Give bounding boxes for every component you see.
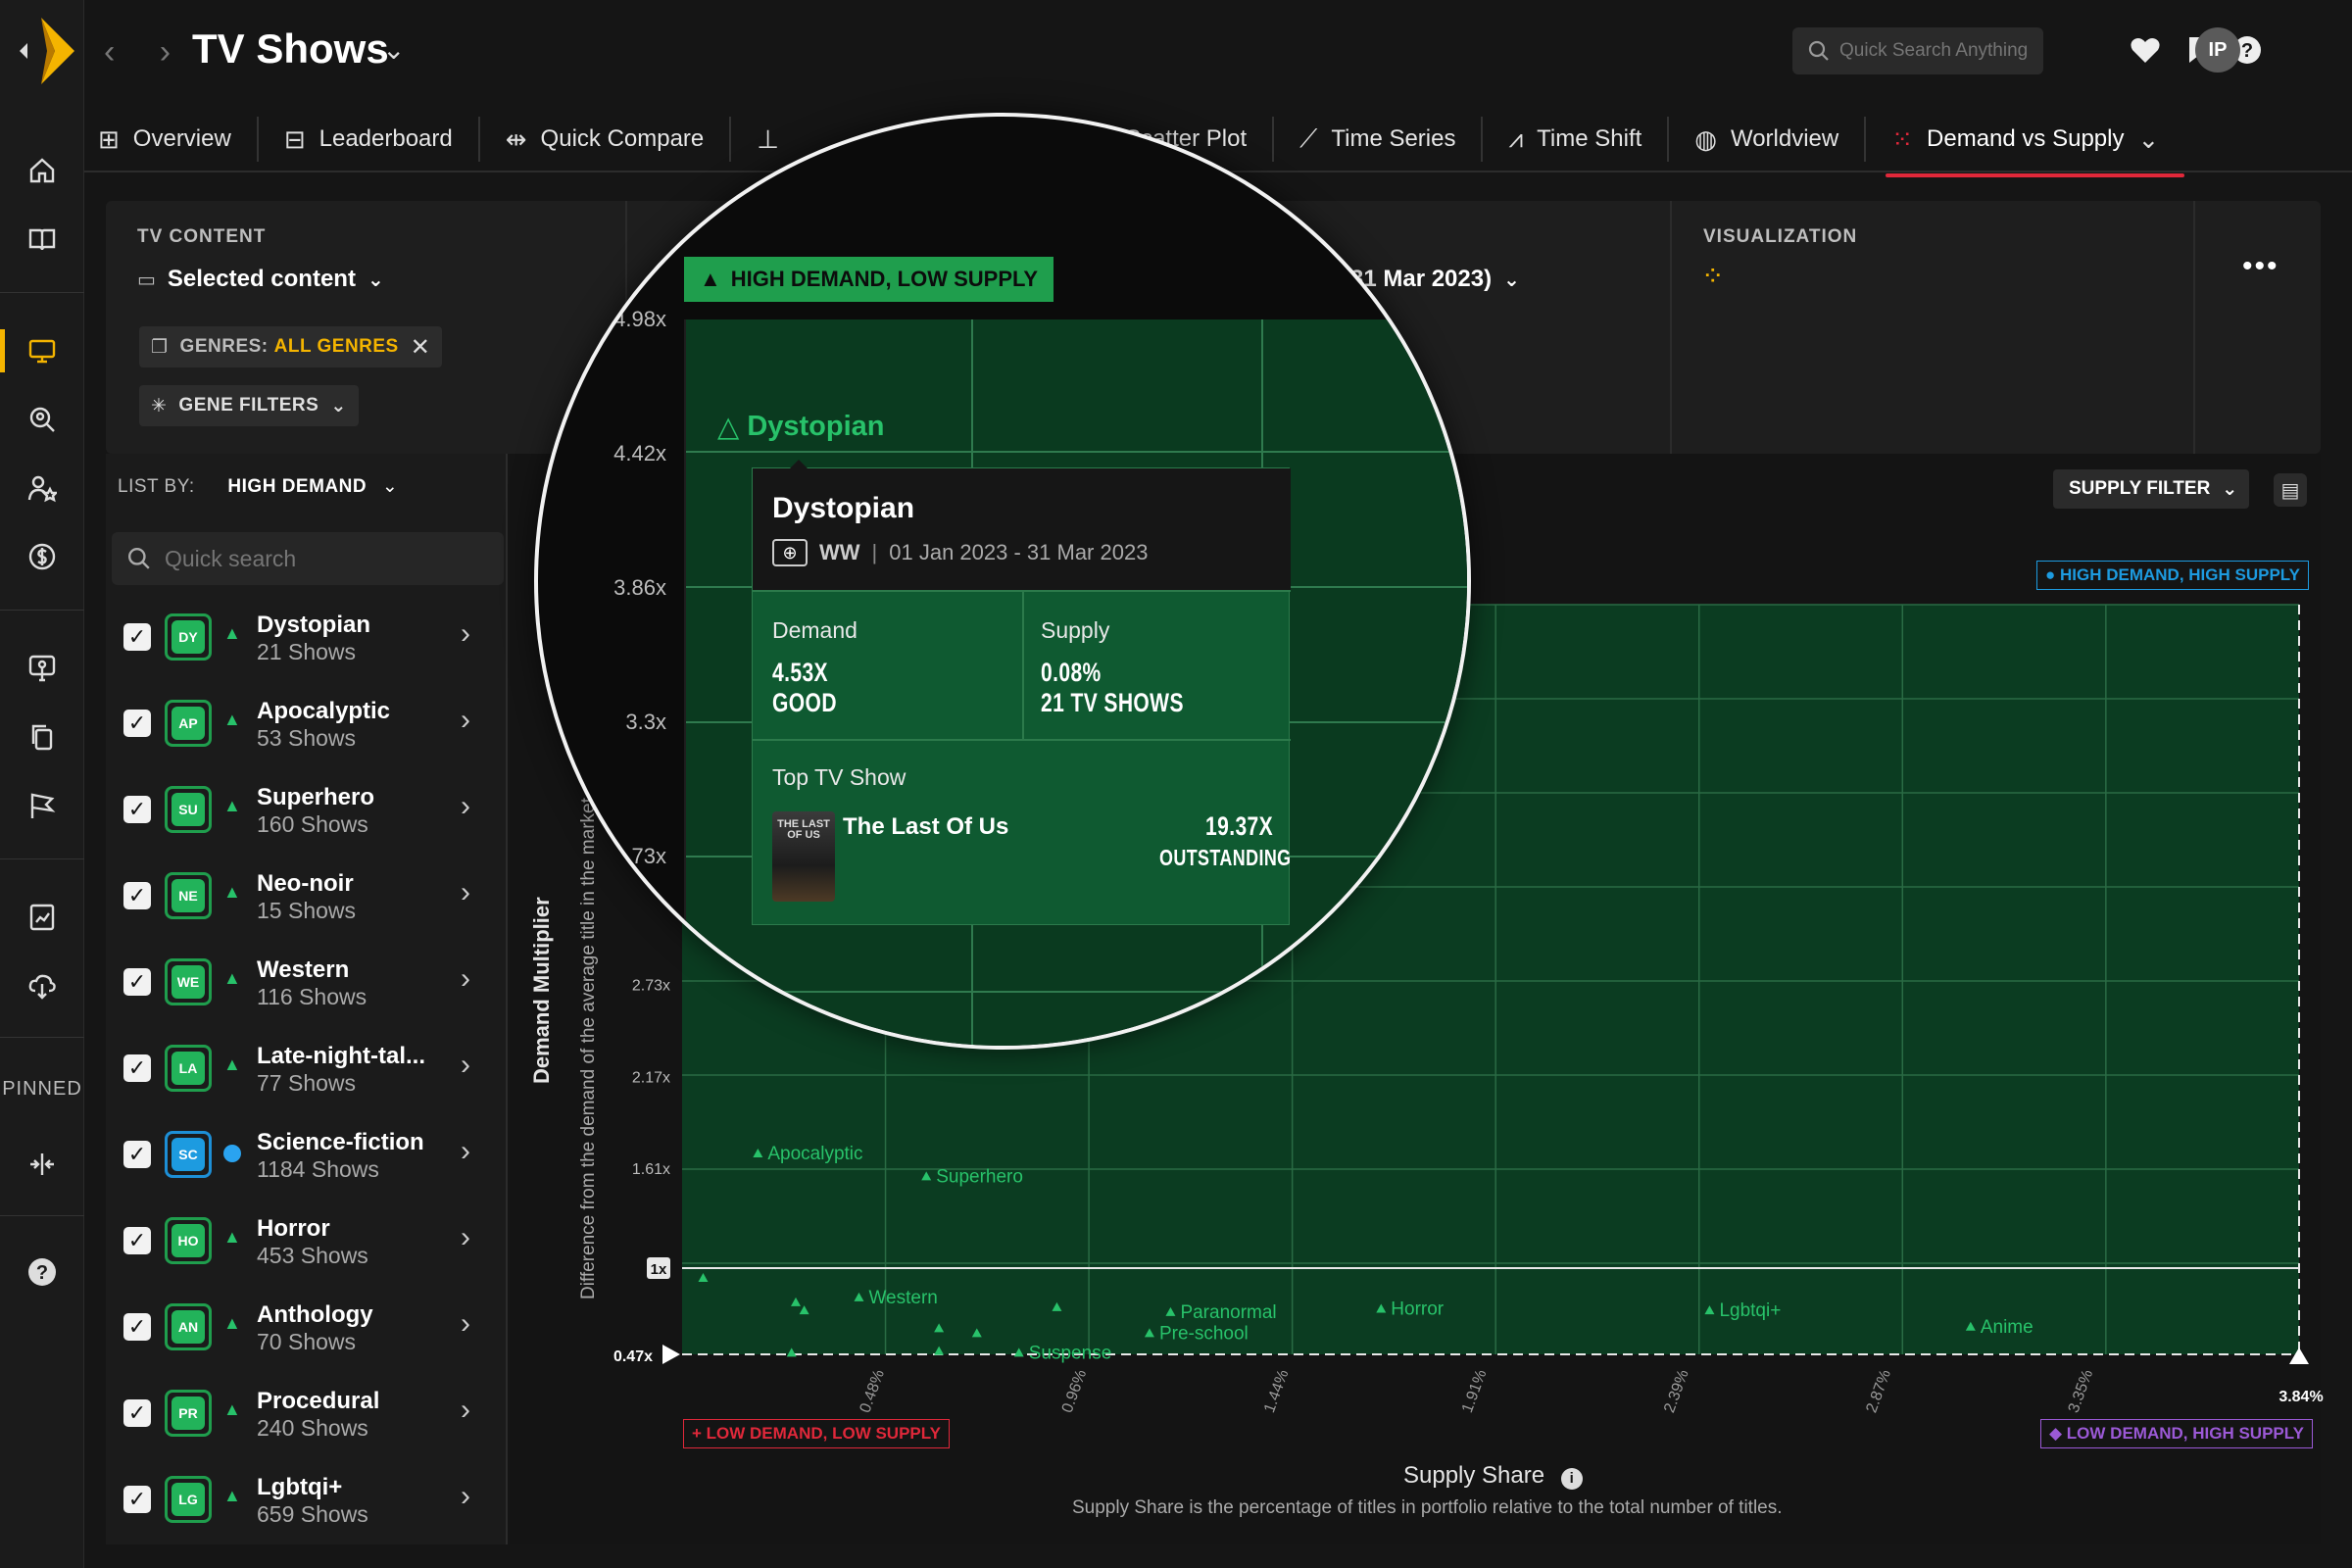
- tooltip-title: Dystopian: [772, 492, 915, 524]
- quadrant-high-demand-low-supply: ▲ HIGH DEMAND, LOW SUPPLY: [684, 257, 1054, 302]
- x-axis-title: Supply Share i: [1403, 1462, 1583, 1490]
- tooltip-region: WW: [819, 540, 860, 564]
- x-tick-label: 2.87%: [1863, 1368, 1893, 1415]
- data-point-label: Western: [868, 1288, 937, 1308]
- top-show-title[interactable]: The Last Of Us: [843, 813, 1008, 841]
- data-point-label: Superhero: [936, 1166, 1023, 1187]
- y-tick-label: 2.17x: [632, 1069, 670, 1086]
- triangle-up-icon: ▲: [700, 267, 721, 291]
- info-icon[interactable]: i: [1560, 1468, 1583, 1490]
- supply-label: Supply: [1041, 617, 1110, 643]
- top-show-label: Top TV Show: [772, 764, 906, 790]
- genre-tooltip: Dystopian ⊕ WW | 01 Jan 2023 - 31 Mar 20…: [752, 467, 1292, 925]
- top-show-poster[interactable]: THE LAST OF US: [772, 811, 835, 902]
- data-point-label: Apocalyptic: [767, 1144, 862, 1164]
- separator: |: [871, 540, 878, 564]
- x-tick-label: 0.48%: [858, 1368, 888, 1415]
- x-tick-label: 3.35%: [2066, 1368, 2096, 1415]
- quadrant-label: HIGH DEMAND, HIGH SUPPLY: [2060, 565, 2300, 584]
- quadrant-low-demand-high-supply: ◆ LOW DEMAND, HIGH SUPPLY: [2040, 1419, 2313, 1448]
- data-point-label: Pre-school: [1159, 1323, 1249, 1344]
- data-point-label: Anime: [1981, 1317, 2034, 1338]
- x-tick-label: 1.91%: [1459, 1368, 1490, 1415]
- magnified-view: 4.98x4.42x3.86x3.3x2.73x Difference from…: [538, 117, 1467, 1046]
- y-min-label: 0.47x: [613, 1348, 653, 1365]
- data-point-label: Lgbtqi+: [1719, 1300, 1781, 1321]
- tooltip-meta: ⊕ WW | 01 Jan 2023 - 31 Mar 2023: [772, 539, 1148, 566]
- magnifier-lens: 4.98x4.42x3.86x3.3x2.73x Difference from…: [534, 113, 1471, 1050]
- x-axis-label: Supply Share: [1403, 1462, 1545, 1489]
- zoom-y-tick-label: 4.42x: [613, 441, 666, 466]
- y-tick-label: 1.61x: [632, 1161, 670, 1178]
- x-axis-subtitle: Supply Share is the percentage of titles…: [1072, 1497, 1783, 1518]
- quadrant-label: HIGH DEMAND, LOW SUPPLY: [730, 267, 1039, 291]
- tooltip-demand: Demand 4.53X GOOD: [772, 617, 858, 718]
- top-show-value: 19.37X: [1205, 811, 1274, 841]
- demand-rating: GOOD: [772, 688, 837, 717]
- point-label: Dystopian: [747, 411, 885, 442]
- zoom-y-tick-label: 3.86x: [613, 575, 666, 600]
- zoom-y-tick-label: 4.98x: [613, 307, 666, 331]
- globe-icon: ⊕: [772, 539, 808, 566]
- zoom-y-tick-label: 3.3x: [625, 710, 666, 734]
- one-x-label: 1x: [651, 1261, 667, 1278]
- data-point-label: Horror: [1391, 1299, 1445, 1320]
- zoomed-point-dystopian[interactable]: △ Dystopian: [717, 410, 885, 444]
- quadrant-low-demand-low-supply: + LOW DEMAND, LOW SUPPLY: [683, 1419, 950, 1448]
- data-point-label: Suspense: [1029, 1343, 1112, 1363]
- poster-text: THE LAST OF US: [777, 818, 830, 841]
- y-min-marker: [662, 1345, 680, 1364]
- triangle-outline-icon: △: [717, 412, 740, 443]
- demand-value: 4.53X: [772, 658, 828, 687]
- top-show-rating: OUTSTANDING: [1159, 845, 1292, 870]
- tooltip-supply: Supply 0.08% 21 TV SHOWS: [1041, 617, 1224, 718]
- x-max-label: 3.84%: [2278, 1389, 2323, 1405]
- tooltip-header: Dystopian ⊕ WW | 01 Jan 2023 - 31 Mar 20…: [753, 468, 1291, 590]
- tooltip-dates: 01 Jan 2023 - 31 Mar 2023: [889, 540, 1149, 564]
- zoom-y-tick-label: 2.73x: [613, 844, 666, 868]
- quadrant-label: LOW DEMAND, LOW SUPPLY: [706, 1424, 941, 1443]
- x-tick-label: 2.39%: [1661, 1368, 1691, 1415]
- quadrant-label: LOW DEMAND, HIGH SUPPLY: [2066, 1424, 2304, 1443]
- x-tick-label: 1.44%: [1261, 1368, 1292, 1415]
- app-window: PINNED ? ‹ › TV Shows ⌄ ? IP ⊞Overview ⊟…: [0, 0, 2352, 1568]
- x-tick-label: 0.96%: [1059, 1368, 1090, 1415]
- data-point-label: Paranormal: [1180, 1302, 1276, 1323]
- quadrant-high-demand-high-supply: ● HIGH DEMAND, HIGH SUPPLY: [2036, 561, 2309, 590]
- supply-value: 0.08%: [1041, 658, 1102, 687]
- supply-count: 21 TV SHOWS: [1041, 688, 1184, 717]
- demand-label: Demand: [772, 617, 858, 643]
